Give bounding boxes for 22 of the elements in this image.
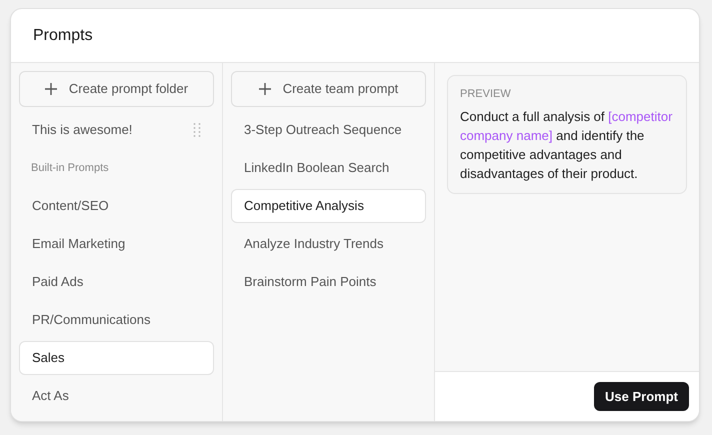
create-folder-button[interactable]: Create prompt folder (19, 71, 214, 107)
preview-text: Conduct a full analysis of [competitor company name] and identify the competitive advantages and disadvantages of their product. (460, 108, 674, 182)
list-item[interactable]: LinkedIn Boolean Search (231, 151, 426, 185)
list-item[interactable]: Paid Ads (19, 265, 214, 299)
use-prompt-button[interactable]: Use Prompt (594, 382, 689, 411)
list-item[interactable]: Analyze Industry Trends (231, 227, 426, 261)
plus-icon (44, 83, 57, 95)
list-item[interactable]: Competitive Analysis (231, 189, 426, 223)
list-item[interactable]: Sales (19, 341, 214, 375)
list-item[interactable]: Act As (19, 379, 214, 413)
drag-handle-icon[interactable] (193, 123, 201, 137)
list-item[interactable]: Email Marketing (19, 227, 214, 261)
list-item[interactable]: Content/SEO (19, 189, 214, 223)
plus-icon (258, 83, 271, 95)
list-item[interactable]: This is awesome! (19, 113, 214, 147)
list-item[interactable]: Brainstorm Pain Points (231, 265, 426, 299)
list-item[interactable]: PR/Communications (19, 303, 214, 337)
list-item[interactable]: 3-Step Outreach Sequence (231, 113, 426, 147)
dialog-title: Prompts (33, 26, 93, 46)
section-label: Built-in Prompts (31, 160, 109, 176)
create-prompt-button[interactable]: Create team prompt (231, 71, 426, 107)
preview-label: PREVIEW (460, 87, 512, 102)
